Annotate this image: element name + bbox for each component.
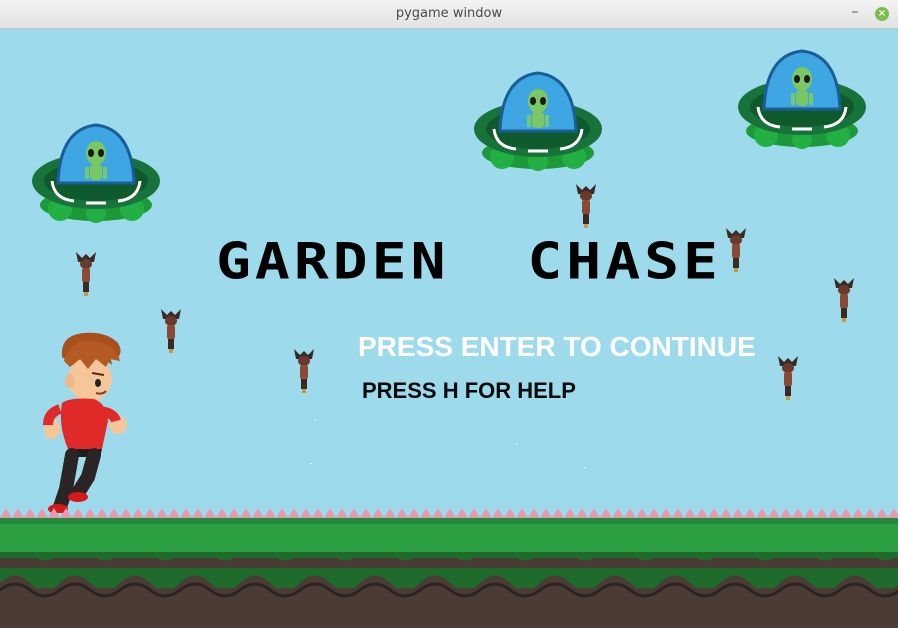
running-boy-icon (43, 332, 127, 513)
bomb-icon (76, 252, 96, 296)
bomb-icon (834, 278, 854, 322)
sky-speck (310, 463, 312, 464)
sky-speck (584, 467, 586, 468)
ufo-alien-icon (738, 49, 866, 149)
sky-speck (314, 419, 316, 420)
minimize-button[interactable]: – (847, 4, 863, 22)
continue-prompt: PRESS ENTER TO CONTINUE (358, 331, 756, 362)
close-button[interactable]: × (875, 7, 889, 21)
window-titlebar[interactable]: pygame window – × (0, 0, 898, 29)
game-canvas[interactable]: GARDEN CHASE PRESS ENTER TO CONTINUE PRE… (0, 29, 898, 628)
grass-ground (0, 508, 898, 628)
ufo-alien-icon (474, 71, 602, 171)
bomb-icon (161, 309, 181, 353)
bomb-icon (778, 356, 798, 400)
game-title: GARDEN CHASE (216, 232, 722, 291)
bomb-icon (726, 228, 746, 272)
bomb-icon (294, 349, 314, 393)
bomb-icon (576, 184, 596, 228)
pygame-window: pygame window – × GARDEN CHASE PRESS ENT… (0, 0, 898, 628)
help-prompt: PRESS H FOR HELP (362, 378, 576, 403)
ufo-alien-icon (32, 123, 160, 223)
sky-speck (516, 443, 518, 444)
window-title: pygame window (395, 6, 503, 21)
